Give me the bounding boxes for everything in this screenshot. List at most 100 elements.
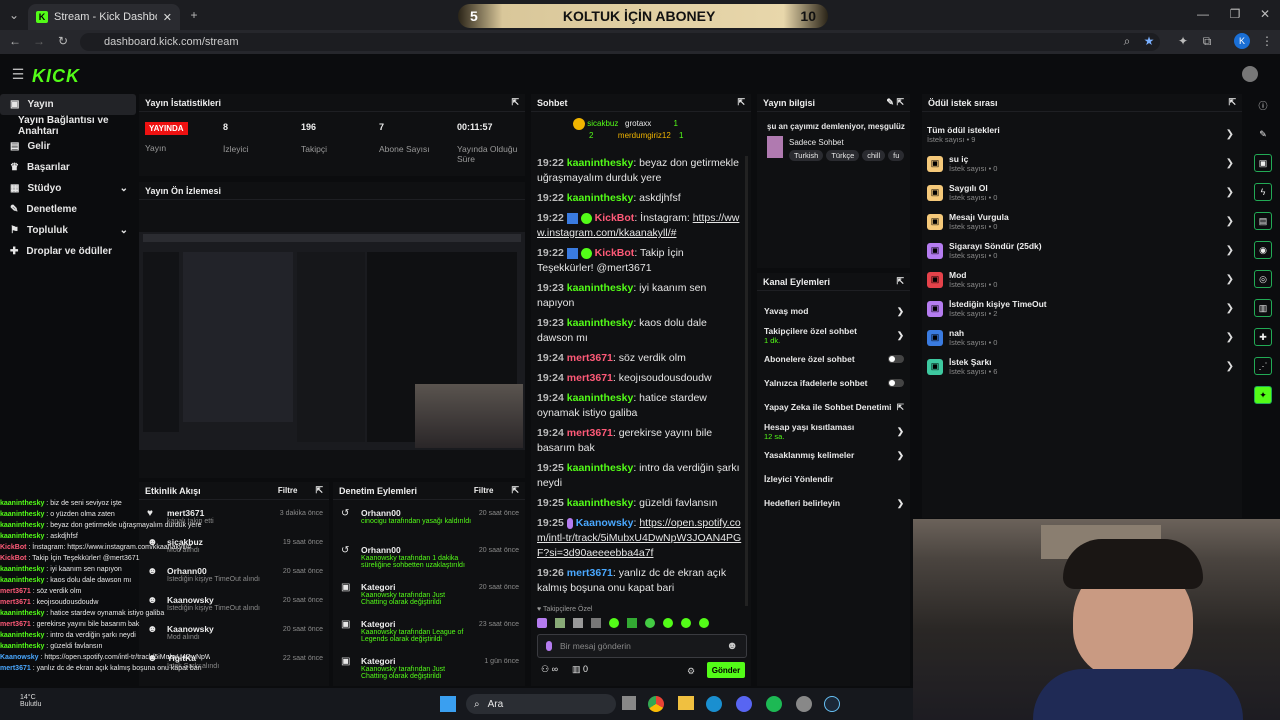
channel-action-row[interactable]: Yasaklanmış kelimeler ❯	[764, 443, 910, 467]
message-user[interactable]: mert3671	[567, 567, 613, 579]
reward-row[interactable]: ▣ su iç İstek sayısı • 0 ❯	[927, 149, 1242, 178]
share-icon[interactable]: ⋰	[1254, 357, 1272, 375]
message-user[interactable]: kaaninthesky	[567, 392, 634, 404]
layers-icon[interactable]: ▥	[1254, 299, 1272, 317]
sidebar-item-moderation[interactable]: ✎ Denetleme	[0, 199, 136, 220]
popout-icon[interactable]: ⇱	[315, 485, 323, 496]
message-user[interactable]: kaaninthesky	[567, 157, 634, 169]
sidebar-item-community[interactable]: ⚑ Topluluk ⌄	[0, 220, 136, 241]
file-explorer-icon[interactable]	[678, 696, 694, 710]
message-user[interactable]: KickBot	[595, 212, 635, 224]
message-user[interactable]: KickBot	[595, 247, 635, 259]
spotify-icon[interactable]	[766, 696, 782, 712]
kick-logo[interactable]: KICK	[32, 66, 80, 87]
moderation-item[interactable]: ▣ Kategori Kaanowsky tarafından Just Chatt…	[341, 582, 525, 619]
zoom-icon[interactable]: ⌕	[1120, 34, 1134, 48]
moderation-item[interactable]: ▣ Kategori Kaanowsky tarafından League of …	[341, 619, 525, 656]
chat-bubble-icon[interactable]: ◉	[1254, 241, 1272, 259]
menu-dots-icon[interactable]: ⋮	[1260, 34, 1274, 48]
filter-button[interactable]: Filtre	[278, 486, 298, 495]
close-window-icon[interactable]: ✕	[1258, 7, 1272, 21]
toggle-switch[interactable]	[888, 379, 904, 387]
message-user[interactable]: kaaninthesky	[567, 317, 634, 329]
message-user[interactable]: mert3671	[567, 427, 613, 439]
bookmark-star-icon[interactable]: ★	[1142, 34, 1156, 48]
emote-icon[interactable]	[555, 618, 565, 628]
close-tab-icon[interactable]: ✕	[163, 11, 172, 24]
filter-button[interactable]: Filtre	[474, 486, 494, 495]
windows-start-icon[interactable]	[440, 696, 456, 712]
sidebar-item-studio[interactable]: ▦ Stüdyo ⌄	[0, 178, 136, 199]
channel-action-row[interactable]: İzleyici Yönlendir	[764, 467, 910, 491]
popout-icon[interactable]: ⇱	[511, 97, 519, 108]
reward-row[interactable]: ▣ Saygılı Ol İstek sayısı • 0 ❯	[927, 178, 1242, 207]
taskbar-search[interactable]: ⌕ Ara	[466, 694, 616, 714]
moderation-item[interactable]: ↺ Orhann00 cinocigu tarafından yasağı kald…	[341, 508, 525, 545]
send-button[interactable]: Gönder	[707, 662, 745, 678]
message-user[interactable]: mert3671	[567, 372, 613, 384]
channel-action-row[interactable]: Yapay Zeka ile Sohbet Denetimi ⇱	[764, 395, 910, 419]
emote-icon[interactable]	[591, 618, 601, 628]
mic-icon[interactable]	[546, 641, 552, 651]
chat-input[interactable]: Bir mesaj gönderin ☻	[537, 634, 747, 658]
task-view-icon[interactable]	[622, 696, 636, 710]
sidebar-item-stream-key[interactable]: Yayın Bağlantısı ve Anahtarı	[0, 115, 136, 137]
message-user[interactable]: Kaanowsky	[576, 517, 634, 529]
popout-icon[interactable]: ⇱	[1228, 97, 1236, 108]
puzzle-icon[interactable]: ⧉	[1200, 34, 1214, 48]
reload-icon[interactable]: ↻	[56, 34, 70, 48]
lightning-icon[interactable]: ϟ	[1254, 183, 1272, 201]
stream-tag[interactable]: Turkish	[789, 150, 824, 161]
stream-tag[interactable]: Türkçe	[826, 150, 860, 161]
chat-settings-icon[interactable]: ⚙	[687, 666, 695, 677]
hamburger-menu-icon[interactable]: ☰	[10, 66, 26, 82]
message-user[interactable]: kaaninthesky	[567, 462, 634, 474]
message-user[interactable]: kaaninthesky	[567, 282, 634, 294]
stream-tag[interactable]: fu	[888, 150, 905, 161]
reward-row[interactable]: ▣ İstediğin kişiye TimeOut İstek sayısı • …	[927, 294, 1242, 323]
channel-action-row[interactable]: Takipçilere özel sohbet 1 dk. ❯	[764, 323, 910, 347]
edge-icon[interactable]	[706, 696, 722, 712]
user-avatar[interactable]	[1242, 66, 1258, 82]
browser-tab[interactable]: K Stream - Kick Dashboard ✕	[28, 4, 180, 30]
sidebar-item-achievements[interactable]: ♛ Başarılar	[0, 157, 136, 178]
edit-icon[interactable]: ✎ ⇱	[886, 97, 904, 108]
minimize-icon[interactable]: —	[1196, 7, 1210, 21]
wallet-icon[interactable]: ▥ 0	[572, 664, 588, 675]
new-tab-icon[interactable]: +	[186, 7, 202, 23]
reward-row[interactable]: ▣ Sigarayı Söndür (25dk) İstek sayısı • 0 ❯	[927, 236, 1242, 265]
all-rewards-row[interactable]: Tüm ödül istekleri İstek sayısı • 9 ❯	[927, 120, 1242, 149]
message-user[interactable]: kaaninthesky	[567, 192, 634, 204]
sidebar-item-stream[interactable]: ▣ Yayın	[0, 94, 136, 115]
message-user[interactable]: mert3671	[567, 352, 613, 364]
back-icon[interactable]: ←	[8, 34, 22, 48]
wrench-icon[interactable]: ✚	[1254, 328, 1272, 346]
emoji-icon[interactable]: ☻	[726, 640, 738, 652]
top-user[interactable]: merdumgiriz12	[618, 131, 671, 140]
reward-row[interactable]: ▣ nah İstek sayısı • 0 ❯	[927, 323, 1242, 352]
broadcast-icon[interactable]: ◎	[1254, 270, 1272, 288]
top-user[interactable]: grotaxx	[625, 119, 651, 128]
forward-icon[interactable]: →	[32, 34, 46, 48]
emote-icon[interactable]	[681, 618, 691, 628]
screen-icon[interactable]: ▣	[1254, 154, 1272, 172]
chrome-icon[interactable]	[648, 696, 664, 712]
document-icon[interactable]: ▤	[1254, 212, 1272, 230]
reward-row[interactable]: ▣ İstek Şarkı İstek sayısı • 6 ❯	[927, 352, 1242, 381]
reward-row[interactable]: ▣ Mod İstek sayısı • 0 ❯	[927, 265, 1242, 294]
popout-icon[interactable]: ⇱	[896, 276, 904, 287]
emote-icon[interactable]	[699, 618, 709, 628]
obs-icon[interactable]	[796, 696, 812, 712]
preview-video[interactable]	[139, 232, 525, 450]
sidebar-item-income[interactable]: ▤ Gelir	[0, 136, 136, 157]
popout-icon[interactable]: ⇱	[737, 97, 745, 108]
chat-scrollbar[interactable]	[745, 156, 748, 606]
toggle-switch[interactable]	[888, 355, 904, 363]
channel-action-row[interactable]: Yavaş mod ❯	[764, 299, 910, 323]
channel-action-row[interactable]: Abonelere özel sohbet	[764, 347, 910, 371]
gift-icon[interactable]: ✦	[1254, 386, 1272, 404]
reward-row[interactable]: ▣ Mesajı Vurgula İstek sayısı • 0 ❯	[927, 207, 1242, 236]
emote-icon[interactable]	[537, 618, 547, 628]
maximize-icon[interactable]: ❐	[1228, 7, 1242, 21]
info-icon[interactable]: ⓘ	[1254, 96, 1272, 114]
